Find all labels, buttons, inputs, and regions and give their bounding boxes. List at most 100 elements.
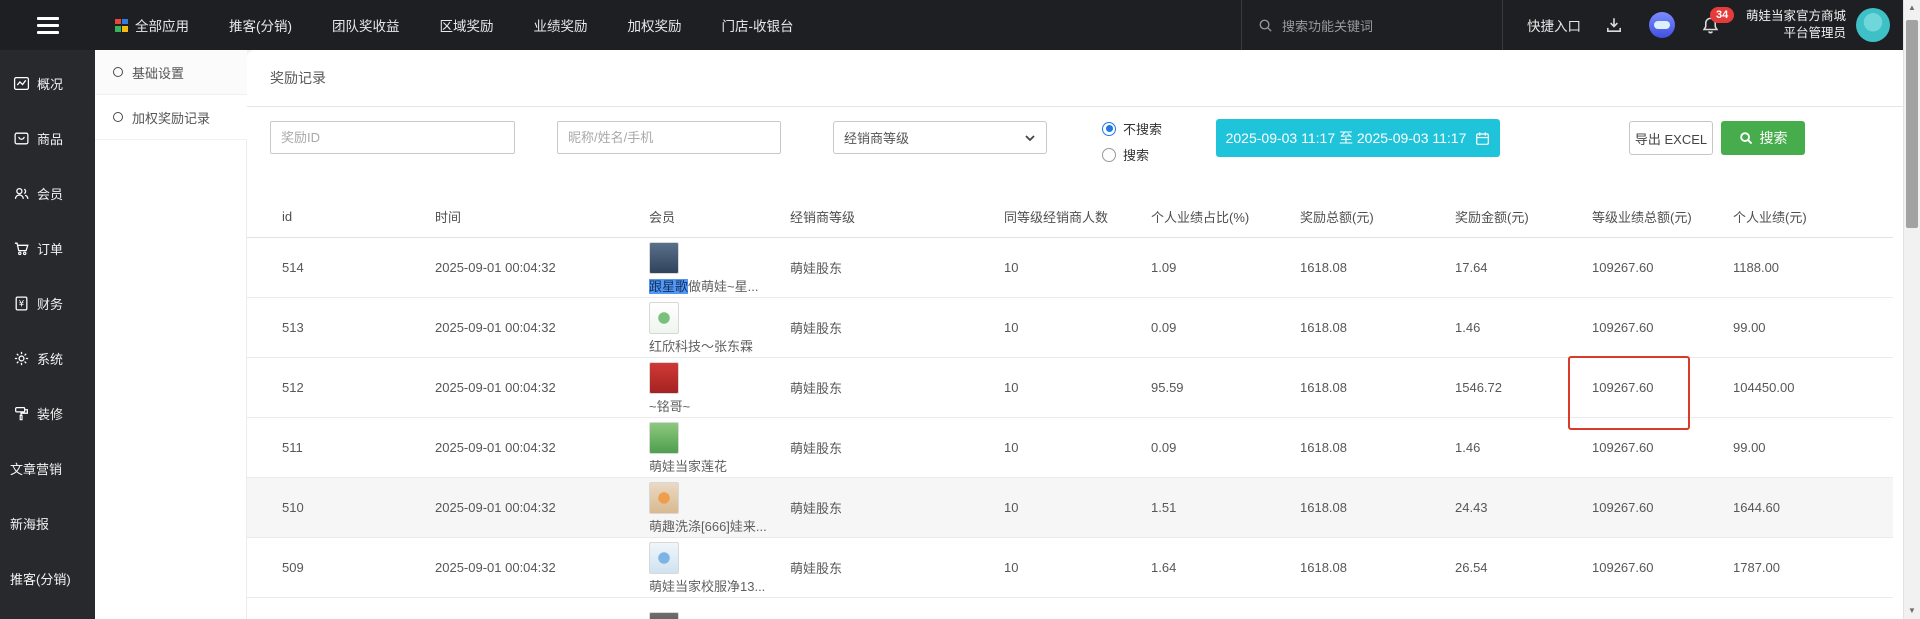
cell-level: 萌娃股东 <box>790 297 1004 357</box>
cell-level-total: 109267.60 <box>1592 537 1733 597</box>
member-avatar[interactable] <box>649 482 679 514</box>
calendar-icon <box>1475 131 1490 146</box>
cell-personal: 99.00 <box>1733 297 1893 357</box>
cell-level-total: 109267.60 <box>1592 417 1733 477</box>
sidebar-item-5[interactable]: 系统 <box>0 331 95 386</box>
menu-item-1[interactable]: 团队奖收益 <box>332 15 400 35</box>
member-name[interactable]: ~铭哥~ <box>649 396 790 415</box>
scroll-down-arrow[interactable]: ▼ <box>1904 603 1920 619</box>
quick-entry-button[interactable]: 快捷入口 <box>1503 15 1605 35</box>
nickname-input[interactable] <box>557 121 781 154</box>
radio-no-search[interactable]: 不搜索 <box>1102 119 1162 138</box>
cell-personal: 1787.00 <box>1733 537 1893 597</box>
topbar: 全部应用 推客(分销) 团队奖收益 区域奖励 业绩奖励 加权奖励 门店-收银台 搜索功能关… <box>0 0 1920 50</box>
cell-personal: 4257.00 <box>1733 597 1893 619</box>
sidebar-item-6[interactable]: 装修 <box>0 386 95 441</box>
sidebar-item-label: 推客(分销) <box>10 569 71 588</box>
sidebar-item-7[interactable]: 文章营销 <box>0 441 95 496</box>
table-row: 5122025-09-01 00:04:32~铭哥~萌娃股东1095.59161… <box>247 357 1893 417</box>
menu-item-5[interactable]: 门店-收银台 <box>722 15 794 35</box>
member-avatar[interactable] <box>649 362 679 394</box>
dashboard-icon <box>13 75 30 92</box>
search-button[interactable]: 搜索 <box>1721 121 1805 155</box>
cell-level: 萌娃股东 <box>790 357 1004 417</box>
subsidebar-item-1[interactable]: 加权奖励记录 <box>95 95 247 140</box>
orders-icon <box>13 240 30 257</box>
cell-level-total: 109267.60 <box>1592 237 1733 297</box>
menu-item-0[interactable]: 推客(分销) <box>229 15 292 35</box>
scroll-up-arrow[interactable]: ▲ <box>1904 0 1920 16</box>
sidebar-item-label: 商品 <box>37 129 63 148</box>
sidebar-item-9[interactable]: 推客(分销) <box>0 551 95 606</box>
member-avatar[interactable] <box>649 542 679 574</box>
sidebar-item-label: 财务 <box>37 294 63 313</box>
radio-unselected-icon <box>1102 148 1116 162</box>
table-header-row: id时间会员经销商等级同等级经销商人数个人业绩占比(%)奖励总额(元)奖励金额(… <box>247 197 1893 237</box>
dealer-level-select[interactable]: 经销商等级 <box>833 121 1047 154</box>
menu-item-all-apps[interactable]: 全部应用 <box>115 15 189 35</box>
cell-time: 2025-09-01 00:04:32 <box>435 237 649 297</box>
notification-bell-icon[interactable]: 34 <box>1701 16 1720 35</box>
radio-selected-icon <box>1102 122 1116 136</box>
cell-peer-count: 10 <box>1004 537 1151 597</box>
avatar[interactable] <box>1856 8 1890 42</box>
cell-level-total: 29348.40 <box>1592 597 1733 619</box>
member-name[interactable]: 萌娃当家校服净13... <box>649 576 790 595</box>
sidebar-item-1[interactable]: 商品 <box>0 111 95 166</box>
sidebar-item-3[interactable]: 订单 <box>0 221 95 276</box>
cell-member: 萌娃当家莲花 <box>649 417 790 477</box>
circle-icon <box>113 112 123 122</box>
cell-ratio: 1.51 <box>1151 477 1300 537</box>
date-range-picker[interactable]: 2025-09-03 11:17 至 2025-09-03 11:17 <box>1216 119 1500 157</box>
sidebar-item-0[interactable]: 概况 <box>0 56 95 111</box>
export-excel-button[interactable]: 导出 EXCEL <box>1629 121 1713 155</box>
cell-peer-count: 10 <box>1004 297 1151 357</box>
member-name[interactable]: 萌趣洗涤[666]娃来... <box>649 516 790 535</box>
cell-total: 368.95 <box>1300 597 1455 619</box>
sidebar-item-4[interactable]: ¥财务 <box>0 276 95 331</box>
sidebar-item-label: 会员 <box>37 184 63 203</box>
member-name[interactable]: 萌娃当家莲花 <box>649 456 790 475</box>
scrollbar-thumb[interactable] <box>1906 20 1918 228</box>
subsidebar-item-label: 加权奖励记录 <box>132 108 210 127</box>
cell-level: 萌娃股东 <box>790 477 1004 537</box>
subsidebar-item-label: 基础设置 <box>132 63 184 82</box>
table-body: 5142025-09-01 00:04:32跟星歌做萌娃~星...萌娃股东101… <box>247 237 1893 619</box>
download-icon[interactable] <box>1605 16 1623 34</box>
cell-peer-count: 10 <box>1004 237 1151 297</box>
column-header-7: 奖励金额(元) <box>1455 197 1592 237</box>
cell-level: 萌娃股东 <box>790 237 1004 297</box>
member-name[interactable]: 红欣科技～张东霖 <box>649 336 790 355</box>
reward-id-input[interactable] <box>270 121 515 154</box>
column-header-6: 奖励总额(元) <box>1300 197 1455 237</box>
circle-icon <box>113 67 123 77</box>
cell-id: 509 <box>247 537 435 597</box>
member-avatar[interactable] <box>649 242 679 274</box>
menu-item-4[interactable]: 加权奖励 <box>628 15 682 35</box>
topbar-search[interactable]: 搜索功能关键词 <box>1241 0 1503 50</box>
cell-ratio: 1.64 <box>1151 537 1300 597</box>
radio-search[interactable]: 搜索 <box>1102 145 1162 164</box>
member-avatar[interactable] <box>649 302 679 334</box>
all-apps-grid-icon <box>115 19 128 32</box>
assistant-robot-icon[interactable] <box>1649 12 1675 38</box>
member-avatar[interactable] <box>649 422 679 454</box>
page-scrollbar[interactable]: ▲ ▼ <box>1903 0 1920 619</box>
sidebar-item-2[interactable]: 会员 <box>0 166 95 221</box>
cell-member: 萌娃当家校服净13... <box>649 537 790 597</box>
cell-member: 红欣科技～张东霖 <box>649 297 790 357</box>
cell-ratio: 0.09 <box>1151 417 1300 477</box>
member-avatar[interactable] <box>649 612 679 619</box>
member-name[interactable]: 跟星歌做萌娃~星... <box>649 276 790 295</box>
subsidebar-item-0[interactable]: 基础设置 <box>95 50 247 95</box>
cell-level: 萌娃股东 <box>790 537 1004 597</box>
menu-item-2[interactable]: 区域奖励 <box>440 15 494 35</box>
sidebar-item-8[interactable]: 新海报 <box>0 496 95 551</box>
cell-ratio: 0.09 <box>1151 297 1300 357</box>
profile-area[interactable]: 萌娃当家官方商城 平台管理员 <box>1746 8 1890 42</box>
cell-peer-count: 10 <box>1004 477 1151 537</box>
cell-ratio: 14.51 <box>1151 597 1300 619</box>
hamburger-menu-icon[interactable] <box>0 17 95 34</box>
menu-item-3[interactable]: 业绩奖励 <box>534 15 588 35</box>
decorate-icon <box>13 405 30 422</box>
